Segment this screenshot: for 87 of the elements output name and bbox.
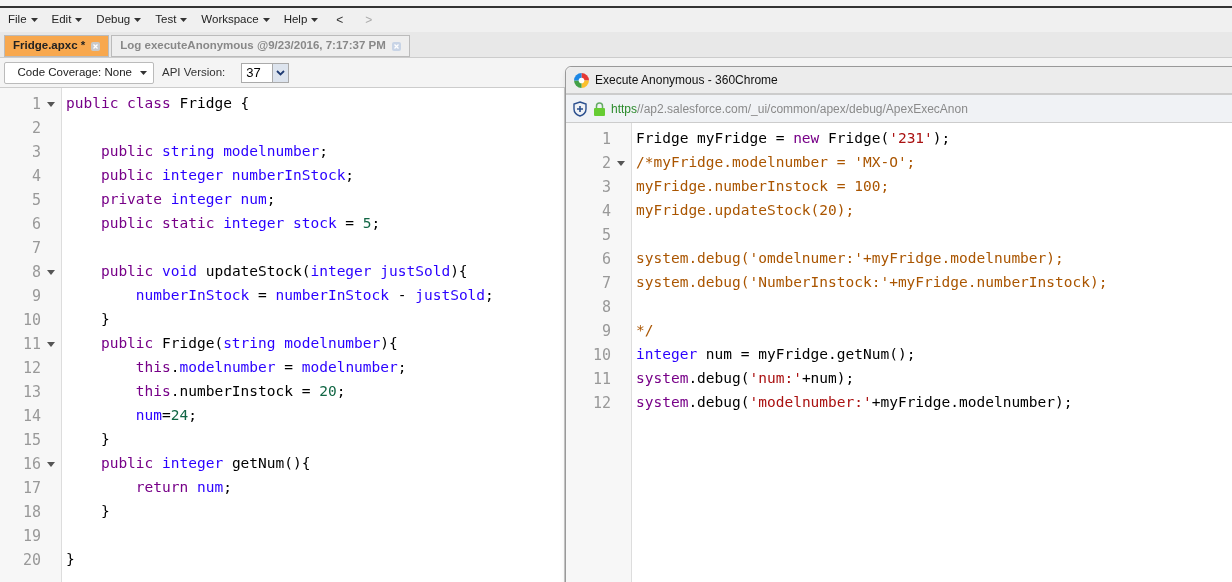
fold-arrow-icon[interactable]: [47, 341, 55, 347]
code-line: public static integer stock = 5;: [99, 214, 381, 234]
code-line: system.debug('num:'+num);: [636, 369, 855, 389]
code-line: */: [636, 321, 654, 341]
code-line: }: [99, 430, 110, 450]
line-number: 19: [22, 525, 41, 547]
caret-icon: [134, 18, 142, 22]
code-line: system.debug('modelnumber:'+myFridge.modelnumber);: [636, 393, 1073, 413]
line-number: 9: [31, 285, 41, 307]
code-line: system.debug('NumberInstock:'+myFridge.numberInstock);: [636, 273, 1108, 293]
line-number: 2: [601, 152, 611, 174]
line-number: 3: [31, 141, 41, 163]
code-line: this.numberInstock = 20;: [134, 382, 346, 402]
menu-item[interactable]: Help: [283, 11, 319, 29]
code-line: num=24;: [134, 406, 197, 426]
code-line: myFridge.updateStock(20);: [636, 201, 855, 221]
menu-item[interactable]: Workspace: [201, 11, 270, 29]
line-number: 5: [601, 224, 611, 246]
line-number: 8: [31, 261, 41, 283]
code-line: public Fridge(string modelnumber){: [99, 334, 398, 354]
line-number: 11: [22, 333, 41, 355]
editor-tab[interactable]: Fridge.apxc *: [4, 35, 110, 57]
lock-icon: [594, 101, 605, 116]
code-line: }: [99, 310, 110, 330]
code-line: return num;: [134, 478, 232, 498]
code-line: public integer numberInStock;: [99, 166, 355, 186]
window-title: Execute Anonymous - 360Chrome: [595, 72, 778, 89]
line-number: 7: [31, 237, 41, 259]
chevron-down-icon: [276, 69, 286, 76]
line-number: 8: [601, 296, 611, 318]
code-line: Fridge myFridge = new Fridge('231');: [636, 129, 951, 149]
code-line: public void updateStock(integer justSold){: [99, 262, 468, 282]
line-number: 1: [31, 93, 41, 115]
menu-item[interactable]: File: [8, 11, 38, 29]
fold-arrow-icon[interactable]: [47, 101, 55, 107]
menu-item[interactable]: Debug: [96, 11, 142, 29]
line-number: 14: [22, 405, 41, 427]
browser-logo-icon: [574, 72, 589, 88]
code-line: myFridge.numberInstock = 100;: [636, 177, 890, 197]
shield-icon[interactable]: [572, 100, 588, 117]
code-line: integer num = myFridge.getNum();: [636, 345, 916, 365]
caret-icon: [311, 18, 319, 22]
code-line: /*myFridge.modelnumber = 'MX-O';: [636, 153, 916, 173]
api-version-select[interactable]: 37: [241, 62, 290, 83]
caret-icon: [140, 70, 147, 75]
line-number: 13: [22, 381, 41, 403]
line-number: 11: [592, 368, 611, 390]
code-line: }: [66, 550, 75, 570]
line-number: 9: [601, 320, 611, 342]
line-number: 10: [592, 344, 611, 366]
line-number: 4: [31, 165, 41, 187]
fold-arrow-icon[interactable]: [47, 461, 55, 467]
caret-icon: [30, 18, 38, 22]
code-line: numberInStock = numberInStock - justSold;: [134, 286, 494, 306]
menu-item[interactable]: Edit: [51, 11, 83, 29]
code-line: public class Fridge {: [66, 94, 250, 114]
line-number: 3: [601, 176, 611, 198]
code-line: }: [99, 502, 110, 522]
line-number: 1: [601, 128, 611, 150]
line-number: 17: [22, 477, 41, 499]
line-number: 12: [22, 357, 41, 379]
code-line: system.debug('omdelnumer:'+myFridge.modelnumber);: [636, 249, 1064, 269]
code-line: public string modelnumber;: [99, 142, 328, 162]
caret-icon: [75, 18, 83, 22]
line-number: 15: [22, 429, 41, 451]
menu-item[interactable]: Test: [155, 11, 188, 29]
code-line: private integer num;: [99, 190, 276, 210]
fold-arrow-icon[interactable]: [617, 160, 625, 166]
line-number: 16: [22, 453, 41, 475]
code-line: public integer getNum(){: [99, 454, 311, 474]
line-number: 5: [31, 189, 41, 211]
line-number: 10: [22, 309, 41, 331]
nav-button[interactable]: <: [332, 11, 348, 29]
line-number: 7: [601, 272, 611, 294]
line-number: 20: [22, 549, 41, 571]
api-version-label: API Version:: [162, 64, 226, 80]
line-number: 12: [592, 392, 611, 414]
caret-icon: [180, 18, 188, 22]
line-number: 6: [31, 213, 41, 235]
line-number: 6: [601, 248, 611, 270]
caret-icon: [262, 18, 270, 22]
code-line: this.modelnumber = modelnumber;: [134, 358, 407, 378]
line-number: 18: [22, 501, 41, 523]
line-number: 4: [601, 200, 611, 222]
coverage-dropdown[interactable]: Code Coverage: None: [4, 61, 154, 84]
line-number: 2: [31, 117, 41, 139]
fold-arrow-icon[interactable]: [47, 269, 55, 275]
